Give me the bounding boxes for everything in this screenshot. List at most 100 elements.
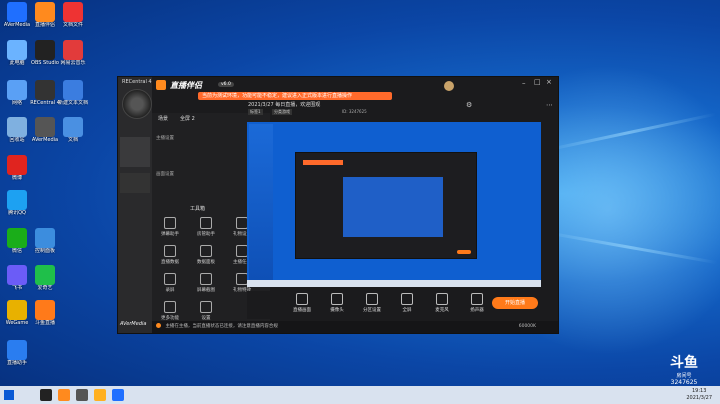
settings-icon[interactable]: ⚙ [466, 101, 472, 109]
tool-icon [200, 273, 212, 285]
clock-time: 19:13 [691, 388, 707, 394]
app-icon [63, 117, 83, 137]
room-title: 2021/3/27 每日直播，欢迎围观 [248, 102, 321, 108]
desktop-icon[interactable]: 飞书 [2, 265, 32, 291]
desktop-icon[interactable]: 斗鱼直播 [30, 300, 60, 326]
panel-tab-fullscreen[interactable]: 全屏 2 [180, 115, 195, 122]
app-icon [35, 2, 55, 22]
share-icon[interactable]: ⋯ [546, 101, 553, 109]
recentral-panel-block [120, 137, 150, 167]
desktop-icon[interactable]: 文档文件 [58, 2, 88, 28]
app-icon [35, 40, 55, 60]
desktop-icon[interactable]: 微信 [2, 228, 32, 254]
desktop-icon-label: 斗鱼直播 [34, 320, 55, 326]
control-label: 摄像头 [330, 308, 344, 313]
desktop-icon[interactable]: 控制面板 [30, 228, 60, 254]
taskbar-app-icon[interactable] [76, 389, 88, 401]
desktop-icon[interactable]: 新建文本文档 [58, 80, 88, 106]
desktop-icon[interactable]: 直播伴侣 [30, 2, 60, 28]
control-item[interactable]: 摄像头 [322, 293, 352, 313]
control-label: 分区设置 [363, 308, 381, 313]
desktop-icon[interactable]: 回收站 [2, 117, 32, 143]
desktop-icon[interactable]: 此电脑 [2, 40, 32, 66]
desktop-icon-label: 网易云音乐 [60, 60, 86, 66]
maximize-icon[interactable]: □ [534, 78, 542, 86]
warning-banner[interactable]: 当前为测试环境，功能可能不稳定，建议进入正式版本进行直播操作 [198, 92, 392, 100]
room-tag[interactable]: 分类游戏 [272, 109, 292, 115]
desktop-icon[interactable]: 直播助手 [2, 340, 32, 366]
nested-live-button [457, 250, 471, 254]
control-item[interactable]: 麦克风 [427, 293, 457, 313]
nested-warning [303, 160, 343, 165]
desktop-icon[interactable]: 网易云音乐 [58, 40, 88, 66]
app-icon [7, 40, 27, 60]
tool-item[interactable]: 数据面板 [190, 245, 222, 265]
tool-item[interactable]: 录屏 [154, 273, 186, 293]
control-item[interactable]: 直播画面 [287, 293, 317, 313]
app-icon [35, 117, 55, 137]
app-icon [7, 340, 27, 360]
app-logo-icon [156, 80, 166, 90]
desktop-icon-label: OBS Studio [31, 60, 59, 66]
live-preview[interactable] [247, 122, 541, 287]
app-icon [63, 40, 83, 60]
control-icon [366, 293, 378, 305]
desktop-icon[interactable]: 微博 [2, 155, 32, 181]
recentral-dial[interactable] [122, 89, 152, 119]
app-icon [7, 80, 27, 100]
control-item[interactable]: 全屏 [392, 293, 422, 313]
tool-item[interactable]: 直播数据 [154, 245, 186, 265]
tool-icon [164, 245, 176, 257]
tool-item[interactable]: 弹幕助手 [154, 217, 186, 237]
control-item[interactable]: 扬声器 [462, 293, 492, 313]
control-label: 直播画面 [293, 308, 311, 313]
app-icon [7, 117, 27, 137]
desktop-icon[interactable]: AVerMedia [30, 117, 60, 143]
tool-icon [164, 217, 176, 229]
start-icon[interactable] [4, 390, 14, 400]
tool-item[interactable]: 屏幕截图 [190, 273, 222, 293]
desktop-icon[interactable]: OBS Studio [30, 40, 60, 66]
desktop-icon[interactable]: 文档 [58, 117, 88, 143]
app-titlebar: 直播伴侣 v6.0 工具设备功能直播互动 当前为测试环境，功能可能不稳定，建议进… [152, 77, 558, 115]
taskbar-app-icon[interactable] [112, 389, 124, 401]
tool-label: 数据面板 [197, 260, 215, 265]
control-item[interactable]: 分区设置 [357, 293, 387, 313]
taskbar-app-icon[interactable] [40, 389, 52, 401]
preview-taskbar [247, 280, 541, 287]
tool-label: 房管助手 [197, 232, 215, 237]
desktop-icon-label: AVerMedia [31, 137, 59, 143]
douyu-room-number: 3247625 [670, 379, 698, 386]
desktop-icon[interactable]: 网络 [2, 80, 32, 106]
desktop-icon-label: 控制面板 [34, 248, 55, 254]
app-version-badge: v6.0 [218, 82, 234, 87]
room-tag[interactable]: 标签1 [248, 109, 263, 115]
taskbar-app-icon[interactable] [58, 389, 70, 401]
tool-item[interactable]: 设置 [190, 301, 222, 321]
panel-tab-scene[interactable]: 场景 [158, 115, 168, 122]
status-icon [156, 323, 161, 328]
tool-icon [200, 217, 212, 229]
start-live-button[interactable]: 开始直播 [492, 297, 538, 309]
app-icon [35, 300, 55, 320]
desktop-icon-label: 腾讯QQ [8, 210, 26, 216]
desktop-icon[interactable]: 腾讯QQ [2, 190, 32, 216]
tool-label: 录屏 [165, 288, 175, 293]
minimize-icon[interactable]: – [522, 79, 530, 87]
desktop-icon[interactable]: WeGame [2, 300, 32, 326]
desktop-icon[interactable]: RECentral 4 [30, 80, 60, 106]
desktop-icon-label: 此电脑 [9, 60, 25, 66]
desktop-icon[interactable]: 爱奇艺 [30, 265, 60, 291]
control-label: 麦克风 [435, 308, 449, 313]
desktop-icon[interactable]: AVerMedia [2, 2, 32, 28]
desktop-icon-label: 文档文件 [62, 22, 83, 28]
app-icon [35, 228, 55, 248]
taskbar-app-icon[interactable] [94, 389, 106, 401]
avatar[interactable] [444, 81, 454, 91]
app-icon [63, 2, 83, 22]
clock[interactable]: 19:13 2021/3/27 [686, 388, 712, 402]
close-icon[interactable]: × [546, 78, 554, 86]
tool-item[interactable]: 更多功能 [154, 301, 186, 321]
status-text: 主播在主播，当前直播状态已连接，请注意直播内容合规 [165, 324, 278, 329]
tool-item[interactable]: 房管助手 [190, 217, 222, 237]
